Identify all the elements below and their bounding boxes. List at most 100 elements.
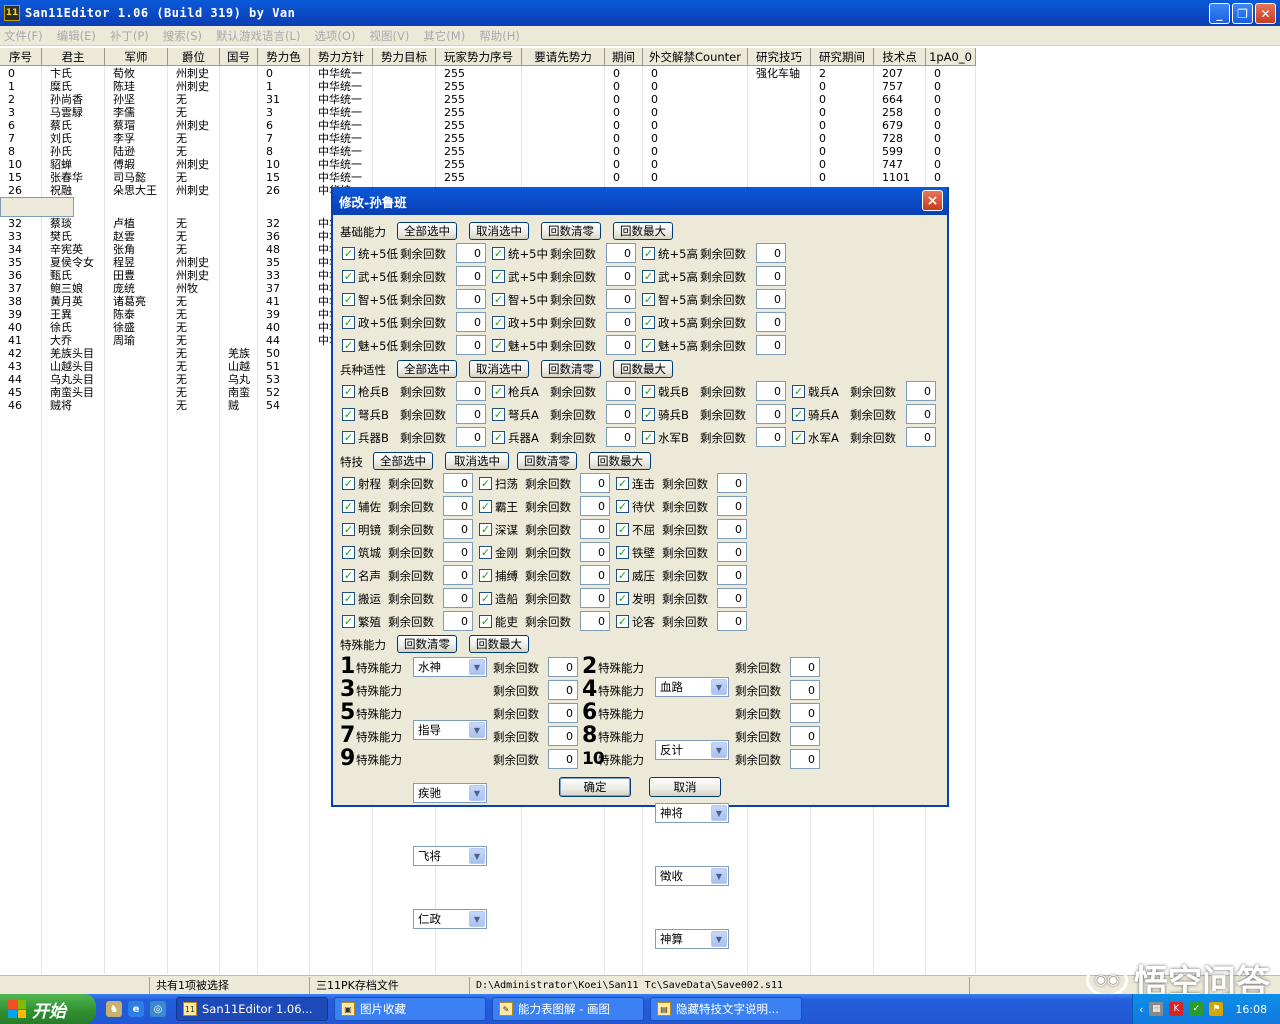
chevron-down-icon[interactable]: ▼ (711, 805, 727, 821)
count-field[interactable]: 0 (580, 588, 610, 608)
checkbox[interactable]: ✓ (479, 546, 492, 559)
count-field[interactable]: 0 (717, 496, 747, 516)
count-field[interactable]: 0 (443, 565, 473, 585)
dialog-close-button[interactable]: × (922, 190, 943, 211)
count-field[interactable]: 0 (756, 243, 786, 263)
count-field[interactable]: 0 (756, 427, 786, 447)
column-header[interactable]: 期间 (605, 48, 643, 66)
count-field[interactable]: 0 (580, 542, 610, 562)
cancel-button[interactable]: 取消 (649, 777, 721, 797)
reset-count-button[interactable]: 回数清零 (397, 635, 457, 653)
count-field[interactable]: 0 (548, 680, 578, 700)
checkbox[interactable]: ✓ (616, 615, 629, 628)
count-field[interactable]: 0 (717, 588, 747, 608)
count-field[interactable]: 0 (790, 680, 820, 700)
count-field[interactable]: 0 (606, 266, 636, 286)
checkbox[interactable]: ✓ (616, 569, 629, 582)
user-icon[interactable]: ♞ (106, 1001, 122, 1017)
count-field[interactable]: 0 (756, 312, 786, 332)
menu-item[interactable]: 其它(M) (423, 28, 465, 44)
special-ability-select[interactable]: 水神 ▼ (413, 657, 487, 677)
checkbox[interactable]: ✓ (342, 523, 355, 536)
checkbox[interactable]: ✓ (642, 431, 655, 444)
checkbox[interactable]: ✓ (342, 615, 355, 628)
close-button[interactable]: ✕ (1255, 3, 1276, 24)
count-field[interactable]: 0 (580, 565, 610, 585)
count-field[interactable]: 0 (790, 726, 820, 746)
checkbox[interactable]: ✓ (342, 477, 355, 490)
column-header[interactable]: 势力色 (258, 48, 310, 66)
start-button[interactable]: 开始 (0, 994, 96, 1024)
table-row[interactable]: 7 刘氏 李孚 无 7 中华统一 255 0 0 0 728 0 (0, 132, 976, 145)
minimize-button[interactable]: _ (1209, 3, 1230, 24)
count-field[interactable]: 0 (580, 473, 610, 493)
menu-item[interactable]: 文件(F) (4, 28, 43, 44)
count-field[interactable]: 0 (906, 404, 936, 424)
checkbox[interactable]: ✓ (342, 408, 355, 421)
select-all-button[interactable]: 全部选中 (397, 360, 457, 378)
checkbox[interactable]: ✓ (342, 316, 355, 329)
column-header[interactable]: 君主 (42, 48, 105, 66)
checkbox[interactable]: ✓ (479, 523, 492, 536)
special-ability-select[interactable]: 疾驰 ▼ (413, 783, 487, 803)
column-header[interactable]: 研究期间 (811, 48, 874, 66)
special-ability-select[interactable]: 仁政 ▼ (413, 909, 487, 929)
table-row[interactable]: 1 糜氏 陈珪 州刺史 1 中华统一 255 0 0 0 757 0 (0, 80, 976, 93)
count-field[interactable]: 0 (717, 611, 747, 631)
count-field[interactable]: 0 (456, 335, 486, 355)
table-row[interactable]: 10 貂蝉 傅嘏 州刺史 10 中华统一 255 0 0 0 747 0 (0, 158, 976, 171)
ok-button[interactable]: 确定 (559, 777, 631, 797)
chevron-down-icon[interactable]: ▼ (711, 868, 727, 884)
checkbox[interactable]: ✓ (616, 523, 629, 536)
chevron-down-icon[interactable]: ▼ (711, 742, 727, 758)
count-field[interactable]: 0 (456, 266, 486, 286)
chevron-down-icon[interactable]: ▼ (469, 785, 485, 801)
count-field[interactable]: 0 (548, 726, 578, 746)
table-row[interactable]: 6 蔡氏 蔡瑁 州刺史 6 中华统一 255 0 0 0 679 0 (0, 119, 976, 132)
max-count-button[interactable]: 回数最大 (613, 222, 673, 240)
count-field[interactable]: 0 (606, 381, 636, 401)
checkbox[interactable]: ✓ (342, 247, 355, 260)
reset-count-button[interactable]: 回数清零 (517, 452, 577, 470)
checkbox[interactable]: ✓ (642, 270, 655, 283)
deselect-button[interactable]: 取消选中 (469, 222, 529, 240)
count-field[interactable]: 0 (456, 427, 486, 447)
column-header[interactable]: 国号 (220, 48, 258, 66)
count-field[interactable]: 0 (456, 404, 486, 424)
checkbox[interactable]: ✓ (492, 431, 505, 444)
checkbox[interactable]: ✓ (616, 592, 629, 605)
taskbar-button[interactable]: ▤ 隐藏特技文字说明... (650, 997, 802, 1021)
special-ability-select[interactable]: 神算 ▼ (655, 929, 729, 949)
menu-item[interactable]: 补丁(P) (110, 28, 149, 44)
max-count-button[interactable]: 回数最大 (589, 452, 651, 470)
column-header[interactable]: 爵位 (168, 48, 220, 66)
checkbox[interactable]: ✓ (492, 247, 505, 260)
count-field[interactable]: 0 (790, 703, 820, 723)
count-field[interactable]: 0 (756, 381, 786, 401)
menu-item[interactable]: 默认游戏语言(L) (216, 28, 300, 44)
checkbox[interactable]: ✓ (616, 477, 629, 490)
checkbox[interactable]: ✓ (342, 293, 355, 306)
count-field[interactable]: 0 (790, 749, 820, 769)
checkbox[interactable]: ✓ (492, 408, 505, 421)
count-field[interactable]: 0 (717, 519, 747, 539)
chevron-down-icon[interactable]: ▼ (711, 931, 727, 947)
checkbox[interactable]: ✓ (479, 569, 492, 582)
column-header[interactable]: 军师 (105, 48, 168, 66)
chevron-down-icon[interactable]: ▼ (469, 659, 485, 675)
max-count-button[interactable]: 回数最大 (469, 635, 529, 653)
checkbox[interactable]: ✓ (642, 316, 655, 329)
checkbox[interactable]: ✓ (342, 500, 355, 513)
table-row[interactable]: 3 马雲騄 李儒 无 3 中华统一 255 0 0 0 258 0 (0, 106, 976, 119)
checkbox[interactable]: ✓ (479, 500, 492, 513)
chevron-down-icon[interactable]: ▼ (711, 679, 727, 695)
taskbar-button[interactable]: ▣ 图片收藏 (334, 997, 486, 1021)
special-ability-select[interactable]: 飞将 ▼ (413, 846, 487, 866)
column-header[interactable]: 序号 (0, 48, 42, 66)
count-field[interactable]: 0 (606, 312, 636, 332)
browser-icon[interactable]: ◎ (150, 1001, 166, 1017)
menu-item[interactable]: 选项(O) (314, 28, 355, 44)
checkbox[interactable]: ✓ (479, 477, 492, 490)
count-field[interactable]: 0 (456, 312, 486, 332)
checkbox[interactable]: ✓ (642, 247, 655, 260)
